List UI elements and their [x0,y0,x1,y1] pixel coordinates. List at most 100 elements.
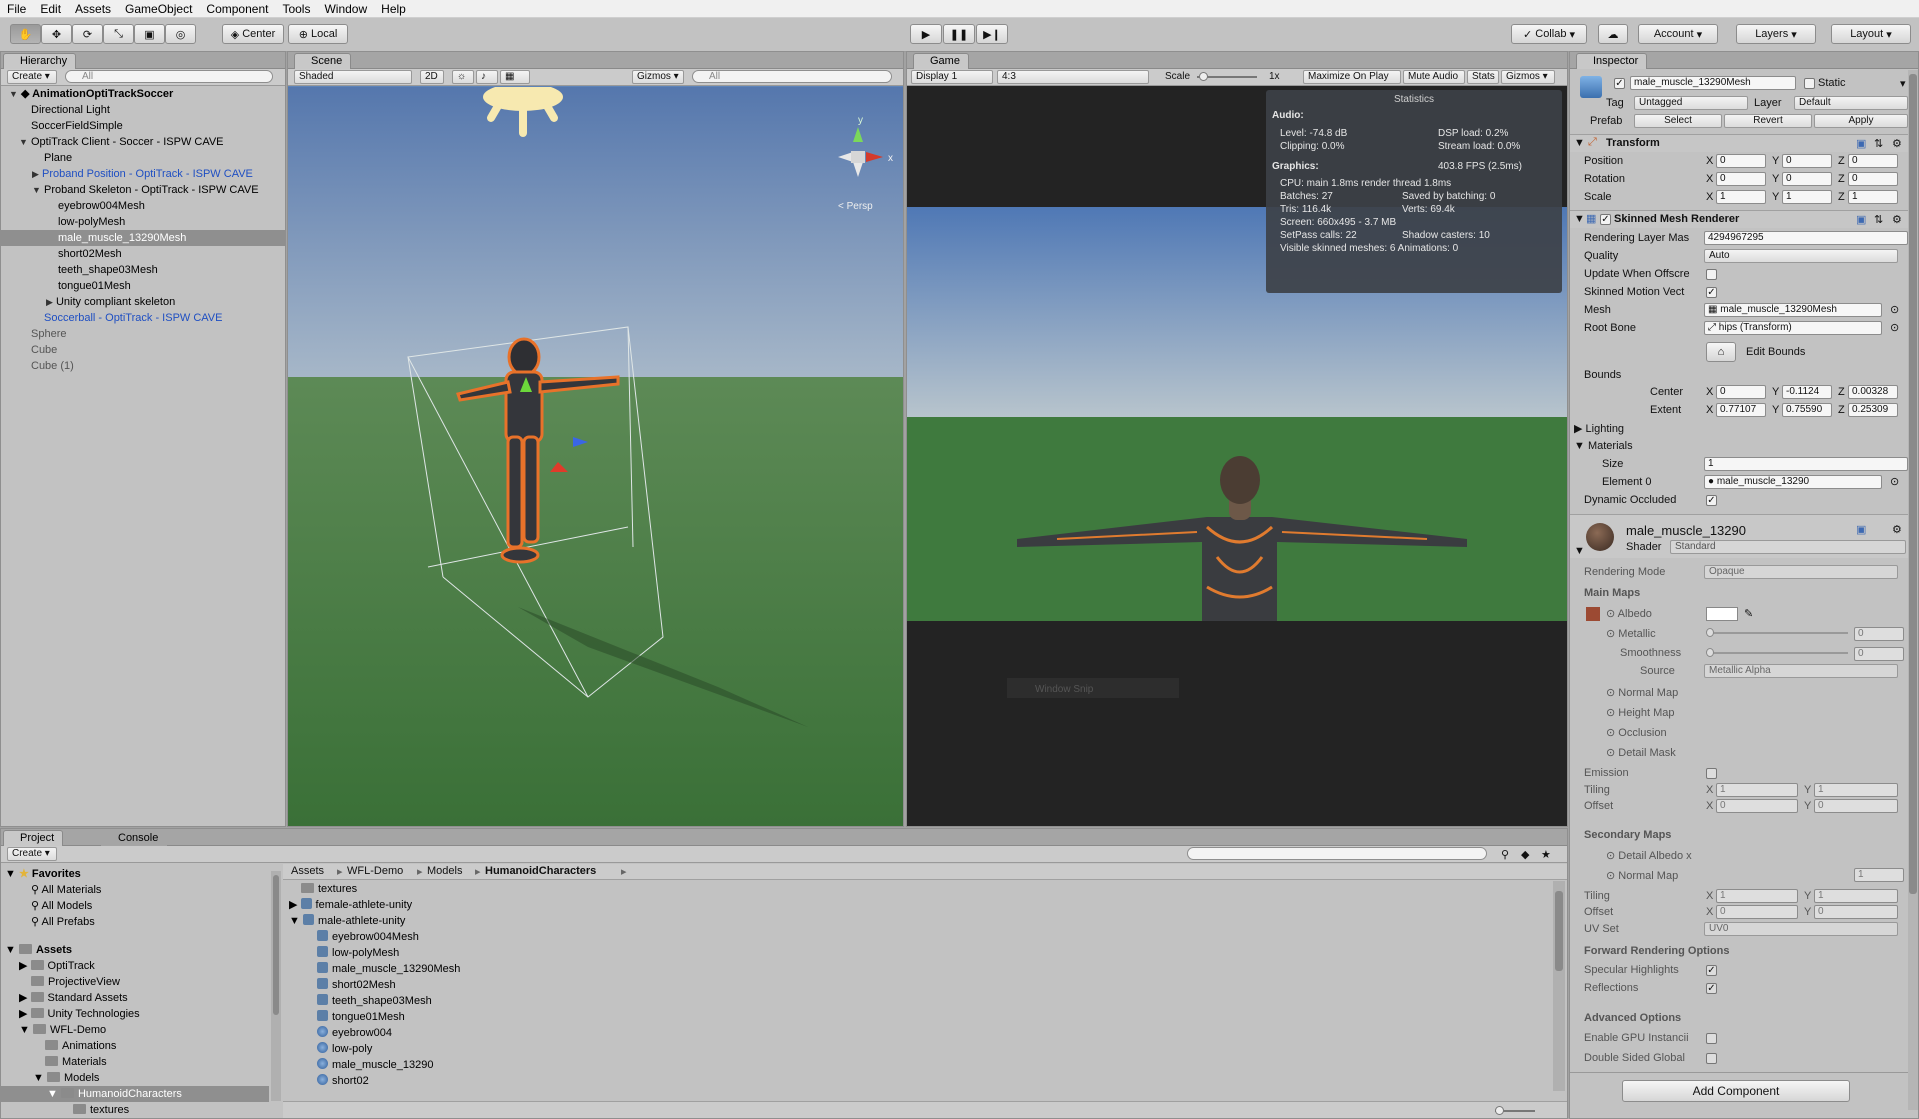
folder-item[interactable]: textures [73,1102,129,1118]
tiling-x-field[interactable]: 1 [1716,783,1798,797]
add-component-button[interactable]: Add Component [1622,1080,1850,1102]
tiling2-y-field[interactable]: 1 [1814,889,1898,903]
extent-z-field[interactable]: 0.25309 [1848,403,1898,417]
dynamic-occluded-checkbox[interactable]: ✓ [1706,495,1717,506]
folder-item[interactable]: ▶ OptiTrack [19,958,95,974]
hierarchy-item[interactable]: ▼ OptiTrack Client - Soccer - ISPW CAVE [1,134,285,150]
scale-tool-icon[interactable]: ⤡ [103,24,134,44]
hierarchy-item[interactable]: Plane [1,150,285,166]
scale-y-field[interactable]: 1 [1782,190,1832,204]
favorite-item[interactable]: ⚲ All Materials [31,882,101,898]
rotation-x-field[interactable]: 0 [1716,172,1766,186]
tag-dropdown[interactable]: Untagged [1634,96,1748,110]
gear-icon[interactable]: ⚙ [1892,523,1902,536]
collapse-arrow-icon[interactable]: ▶ [46,297,53,307]
collab-dropdown[interactable]: ✓ Collab ▾ [1511,24,1587,44]
metallic-slider-thumb[interactable] [1706,628,1714,637]
static-dropdown-arrow-icon[interactable]: ▾ [1900,77,1906,90]
prefab-revert-button[interactable]: Revert [1724,114,1812,128]
double-sided-checkbox[interactable] [1706,1053,1717,1064]
position-z-field[interactable]: 0 [1848,154,1898,168]
rendering-mode-dropdown[interactable]: Opaque [1704,565,1898,579]
audio-toggle-icon[interactable]: ♪ [476,70,498,84]
offset-y-field[interactable]: 0 [1814,799,1898,813]
folder-item[interactable]: Materials [45,1054,107,1070]
folder-item-selected[interactable]: ▼ HumanoidCharacters [1,1086,269,1102]
tree-scrollbar-thumb[interactable] [273,875,279,1015]
rendering-layer-field[interactable]: 4294967295 [1704,231,1908,245]
center-y-field[interactable]: -0.1124 [1782,385,1832,399]
expand-arrow-icon[interactable]: ▼ [19,137,28,147]
cloud-icon[interactable]: ☁ [1598,24,1628,44]
project-search-input[interactable] [1187,847,1487,860]
mute-audio-toggle[interactable]: Mute Audio [1403,70,1465,84]
scale-z-field[interactable]: 1 [1848,190,1898,204]
static-checkbox[interactable] [1804,78,1815,89]
skinned-mesh-renderer-header[interactable]: ▼ ▦ ✓ Skinned Mesh Renderer ▣ ⇅ ⚙ [1570,210,1918,228]
breadcrumb-item[interactable]: Assets [291,865,324,877]
icon-size-slider-thumb[interactable] [1495,1106,1504,1115]
shading-mode-dropdown[interactable]: Shaded [294,70,412,84]
tab-inspector[interactable]: Inspector [1576,53,1648,69]
menu-help[interactable]: Help [374,2,413,16]
asset-list-scrollbar-thumb[interactable] [1555,891,1563,971]
gear-icon[interactable]: ⚙ [1892,137,1902,150]
hierarchy-item[interactable]: ▶ Unity compliant skeleton [1,294,285,310]
skinned-motion-checkbox[interactable]: ✓ [1706,287,1717,298]
center-z-field[interactable]: 0.00328 [1848,385,1898,399]
folder-item[interactable]: ▶ Standard Assets [19,990,128,1006]
center-x-field[interactable]: 0 [1716,385,1766,399]
tiling-y-field[interactable]: 1 [1814,783,1898,797]
breadcrumb-item-current[interactable]: HumanoidCharacters [485,865,596,877]
edit-bounds-button[interactable]: ⌂ [1706,342,1736,362]
assets-root[interactable]: ▼ Assets [5,942,72,958]
menu-component[interactable]: Component [199,2,275,16]
menu-assets[interactable]: Assets [68,2,118,16]
hierarchy-item[interactable]: eyebrow004Mesh [1,198,285,214]
preset-icon[interactable]: ⇅ [1874,137,1883,150]
asset-item[interactable]: ▼ male-athlete-unity [289,913,405,929]
rotate-tool-icon[interactable]: ⟳ [72,24,103,44]
asset-item[interactable]: teeth_shape03Mesh [317,993,432,1009]
asset-item[interactable]: eyebrow004 [317,1025,392,1041]
tree-scrollbar[interactable] [271,871,281,1101]
specular-checkbox[interactable]: ✓ [1706,965,1717,976]
expand-arrow-icon[interactable]: ▼ [32,185,41,195]
hierarchy-item[interactable]: Cube (1) [1,358,285,374]
display-dropdown[interactable]: Display 1 [911,70,993,84]
extent-x-field[interactable]: 0.77107 [1716,403,1766,417]
play-button[interactable]: ▶ [910,24,942,44]
collapse-arrow-icon[interactable]: ▶ [32,169,39,179]
persp-label[interactable]: < Persp [838,201,873,212]
gear-icon[interactable]: ⚙ [1892,213,1902,226]
rotation-y-field[interactable]: 0 [1782,172,1832,186]
asset-item[interactable]: short02 [317,1073,369,1089]
expand-arrow-icon[interactable]: ▼ [9,89,18,99]
hierarchy-item[interactable]: Sphere [1,326,285,342]
rotation-z-field[interactable]: 0 [1848,172,1898,186]
layout-dropdown[interactable]: Layout ▾ [1831,24,1911,44]
effects-toggle-icon[interactable]: ▦ [500,70,530,84]
asset-item[interactable]: low-poly [317,1041,372,1057]
extent-y-field[interactable]: 0.75590 [1782,403,1832,417]
menu-edit[interactable]: Edit [33,2,68,16]
position-y-field[interactable]: 0 [1782,154,1832,168]
asset-item[interactable]: male_muscle_13290Mesh [317,961,460,977]
source-dropdown[interactable]: Metallic Alpha [1704,664,1898,678]
asset-item[interactable]: eyebrow004Mesh [317,929,419,945]
scale-slider-thumb[interactable] [1199,72,1208,81]
quality-dropdown[interactable]: Auto [1704,249,1898,263]
albedo-texture-icon[interactable] [1586,607,1600,621]
uv-set-dropdown[interactable]: UV0 [1704,922,1898,936]
lighting-toggle-icon[interactable]: ☼ [452,70,474,84]
project-create-button[interactable]: Create ▾ [7,847,57,861]
hierarchy-search-input[interactable]: All [65,70,273,83]
element0-field[interactable]: ● male_muscle_13290 [1704,475,1882,489]
breadcrumb-item[interactable]: WFL-Demo [347,865,403,877]
hierarchy-item[interactable]: tongue01Mesh [1,278,285,294]
tab-scene[interactable]: Scene [294,53,352,69]
folder-item[interactable]: ProjectiveView [31,974,120,990]
menu-gameobject[interactable]: GameObject [118,2,199,16]
asset-item[interactable]: short02Mesh [317,977,396,993]
smoothness-slider[interactable] [1708,652,1848,654]
